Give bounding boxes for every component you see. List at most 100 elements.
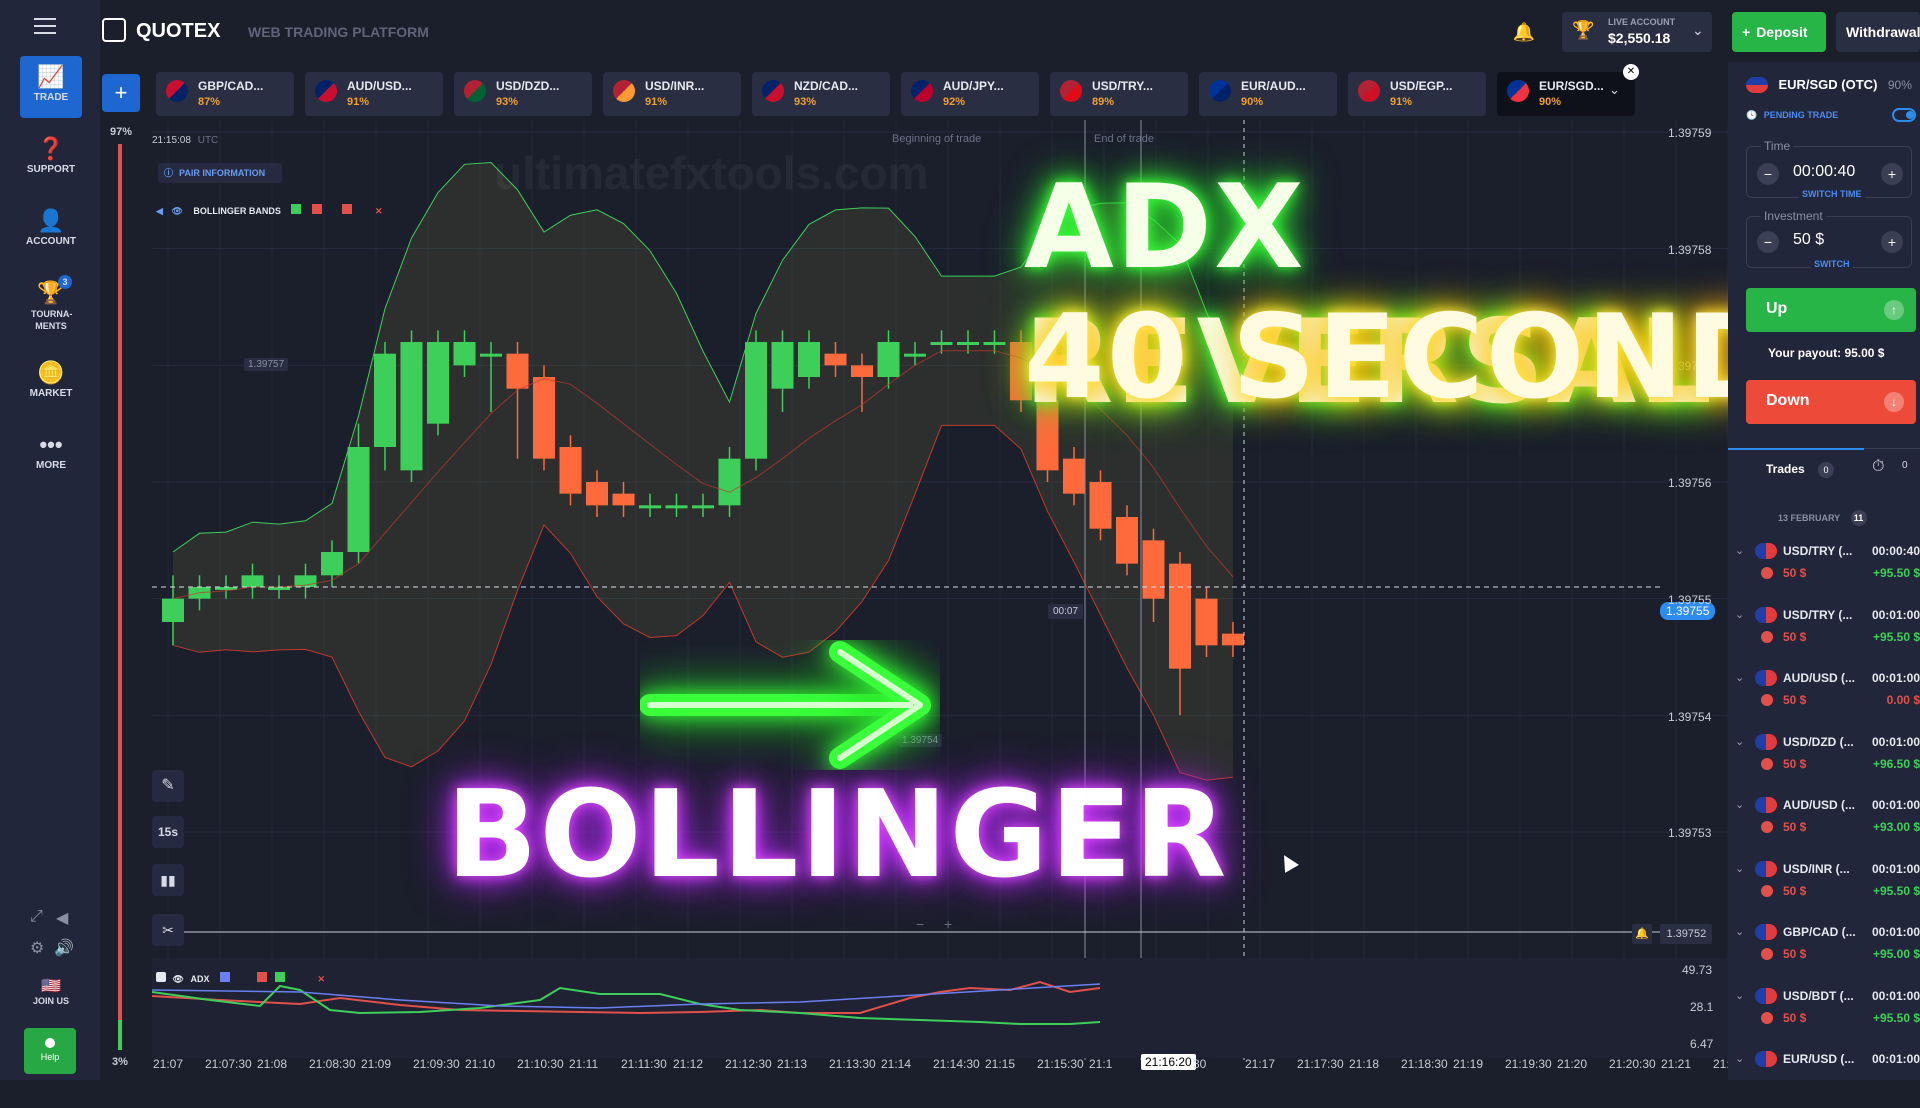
trophy-icon: 🏆 [1572,20,1595,40]
trade-duration: 00:01:00 [1871,798,1920,812]
time-value[interactable]: 00:00:40 [1793,163,1855,181]
switch-time-label[interactable]: SWITCH TIME [1799,189,1865,199]
close-icon[interactable]: ✕ [318,974,326,984]
pending-trade-toggle[interactable] [1892,108,1916,122]
asset-percent: 93% [794,96,817,108]
trade-row[interactable]: ⌄ USD/TRY (... 00:01:00 50 $ +95.50 $ [1735,604,1920,664]
close-tab-icon[interactable]: ✕ [1623,64,1639,80]
neon-arrow-icon [640,641,931,769]
color-swatch-green[interactable] [291,204,302,214]
asset-name: USD/TRY... [1092,79,1153,93]
tab-history[interactable]: ⏱ 0 [1868,450,1920,490]
trade-row[interactable]: ⌄ EUR/USD (... 00:01:00 [1735,1048,1920,1108]
trade-row[interactable]: ⌄ AUD/USD (... 00:01:00 50 $ +93.00 $ [1735,794,1920,854]
trade-up-icon [1761,567,1773,579]
pencil-icon[interactable]: ✎ [152,770,184,802]
investment-value[interactable]: 50 $ [1793,231,1824,249]
help-button[interactable]: Help [24,1028,76,1074]
trade-down-icon [1761,694,1773,706]
sidebar-item-more[interactable]: ••• MORE [20,424,82,486]
trade-pair: USD/TRY (... [1783,607,1853,622]
trade-duration: 00:01:00 [1871,671,1920,685]
account-type: LIVE ACCOUNT [1608,17,1676,27]
join-us-button[interactable]: 🇺🇸 JOIN US [20,970,82,1018]
info-icon: ⓘ [164,168,174,178]
asset-tab[interactable]: USD/DZD... 93% [454,72,592,116]
tab-trades[interactable]: Trades 0 [1728,448,1864,488]
zoom-in-icon[interactable]: + [944,916,952,932]
deposit-button[interactable]: + Deposit [1732,12,1826,52]
asset-tab[interactable]: EUR/AUD... 90% [1199,72,1337,116]
sidebar-item-account[interactable]: 👤 ACCOUNT [20,200,82,262]
account-selector[interactable]: 🏆 LIVE ACCOUNT $2,550.18 ⌄ [1562,12,1712,52]
chevron-down-icon[interactable]: ⌄ [1735,798,1744,811]
time-minus-button[interactable]: − [1757,163,1779,185]
chevron-down-icon[interactable]: ⌄ [1735,608,1744,621]
trade-up-icon [1761,948,1773,960]
asset-tab[interactable]: EUR/SGD... 90% ⌄ ✕ [1497,64,1639,116]
chevron-down-icon[interactable]: ⌄ [1735,735,1744,748]
asset-tab[interactable]: USD/EGP... 91% [1348,72,1486,116]
color-swatch-red[interactable] [311,204,322,214]
investment-minus-button[interactable]: − [1757,231,1779,253]
investment-plus-button[interactable]: + [1881,231,1903,253]
trade-row[interactable]: ⌄ GBP/CAD (... 00:01:00 50 $ +95.00 $ [1735,921,1920,981]
withdrawal-button[interactable]: Withdrawal [1836,12,1920,52]
trade-row[interactable]: ⌄ AUD/USD (... 00:01:00 50 $ 0.00 $ [1735,667,1920,727]
eye-icon[interactable]: 👁 [173,974,184,984]
candles-icon[interactable]: ▮▮ [152,864,184,896]
trade-row[interactable]: ⌄ USD/TRY (... 00:00:40 50 $ +95.50 $ [1735,540,1920,600]
sidebar-item-tournaments[interactable]: 🏆 TOURNA-MENTS 3 [20,272,82,344]
time-plus-button[interactable]: + [1881,163,1903,185]
color-swatch-red[interactable] [256,972,267,982]
chevron-down-icon[interactable]: ⌄ [1735,1052,1744,1065]
sidebar-item-trade[interactable]: 📈 TRADE [20,56,82,118]
asset-tab[interactable]: NZD/CAD... 93% [752,72,890,116]
chevron-down-icon[interactable]: ⌄ [1609,82,1620,98]
sidebar-item-support[interactable]: ❓ SUPPORT [20,128,82,190]
asset-tab[interactable]: USD/TRY... 89% [1050,72,1188,116]
tools-icon[interactable]: ✂ [152,914,184,946]
add-asset-button[interactable]: + [102,74,140,112]
top-bar: QUOTEX WEB TRADING PLATFORM 🔔 🏆 LIVE ACC… [100,0,1920,62]
checkbox-icon[interactable] [156,972,166,982]
color-swatch-blue[interactable] [220,972,230,982]
color-swatch-green[interactable] [275,972,286,982]
fullscreen-icon[interactable]: ⤢ [30,908,43,926]
down-button[interactable]: Down ↓ [1746,380,1916,424]
sidebar-item-market[interactable]: 🪙 MARKET [20,352,82,414]
chevron-down-icon[interactable]: ⌄ [1735,544,1744,557]
time-axis-label: 21:15:30 [1037,1057,1084,1071]
asset-tab[interactable]: USD/INR... 91% [603,72,741,116]
chevron-down-icon[interactable]: ⌄ [1735,989,1744,1002]
eye-icon[interactable]: 👁 [171,206,182,216]
color-swatch-red-2[interactable] [342,204,353,214]
adx-value-low: 6.47 [1690,1037,1714,1051]
asset-tab[interactable]: AUD/USD... 91% [305,72,443,116]
asset-tab[interactable]: GBP/CAD... 87% [156,72,294,116]
alarm-icon[interactable]: 🔔 [1632,924,1652,944]
up-button[interactable]: Up ↑ [1746,288,1916,332]
trade-row[interactable]: ⌄ USD/BDT (... 00:01:00 50 $ +95.50 $ [1735,985,1920,1045]
back-icon[interactable]: ◀ [56,908,68,928]
timeframe-button[interactable]: 15s [152,816,184,848]
pair-information-button[interactable]: ⓘ PAIR INFORMATION [158,163,282,183]
gear-icon[interactable]: ⚙ [30,938,44,958]
trade-payout: +95.50 $ [1872,566,1920,580]
flag-icon [1746,76,1768,93]
switch-label[interactable]: SWITCH [1811,259,1853,269]
trade-row[interactable]: ⌄ USD/DZD (... 00:01:00 50 $ +96.50 $ [1735,731,1920,791]
chevron-down-icon[interactable]: ⌄ [1735,862,1744,875]
flag-icon [1755,924,1777,940]
asset-tab[interactable]: AUD/JPY... 92% [901,72,1039,116]
zoom-out-icon[interactable]: − [916,916,924,932]
trade-row[interactable]: ⌄ USD/INR (... 00:01:00 50 $ +95.50 $ [1735,858,1920,918]
bell-icon[interactable]: 🔔 [1504,12,1544,52]
chevron-down-icon[interactable]: ⌄ [1735,925,1744,938]
chevron-down-icon[interactable]: ⌄ [1735,671,1744,684]
collapse-icon[interactable]: ◀ [156,206,163,216]
close-icon[interactable]: ✕ [375,206,383,216]
sound-icon[interactable]: 🔊 [54,938,74,958]
menu-icon[interactable] [34,18,56,36]
candle-bear [851,365,873,377]
